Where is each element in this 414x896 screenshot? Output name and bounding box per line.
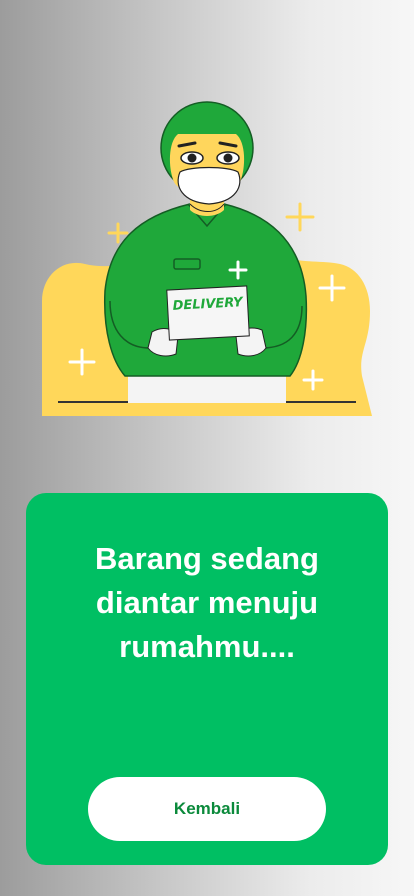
status-card: Barang sedang diantar menuju rumahmu....… bbox=[26, 493, 388, 865]
delivery-box: DELIVERY bbox=[166, 285, 250, 341]
back-button[interactable]: Kembali bbox=[88, 777, 326, 841]
face-mask bbox=[177, 166, 241, 205]
delivery-courier-illustration: DELIVERY bbox=[40, 86, 374, 420]
delivery-status-message: Barang sedang diantar menuju rumahmu.... bbox=[95, 541, 319, 664]
